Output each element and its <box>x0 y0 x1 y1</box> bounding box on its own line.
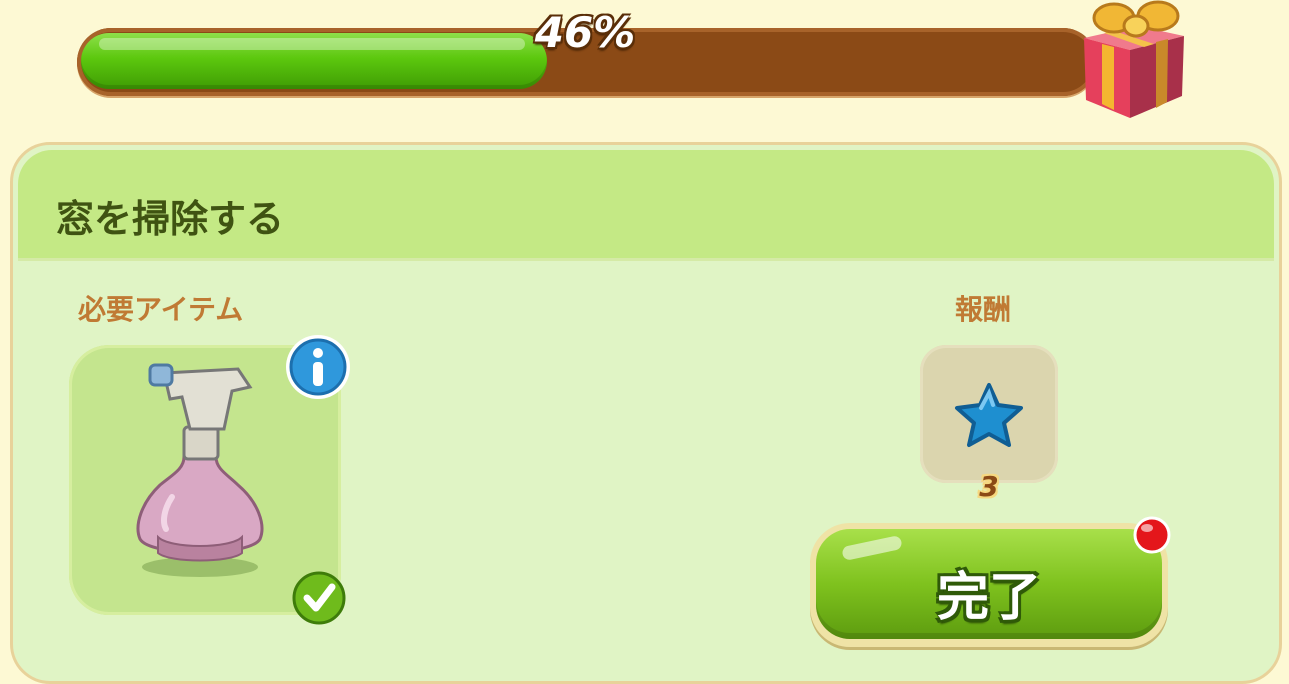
complete-button[interactable]: 完了 <box>810 523 1168 647</box>
blue-star-icon <box>955 383 1023 447</box>
gift-box-icon[interactable] <box>1072 0 1196 124</box>
complete-button-label: 完了 <box>936 568 1041 628</box>
task-title: 窓を掃除する <box>56 197 285 241</box>
info-icon[interactable] <box>284 333 352 401</box>
reward-label: 報酬 <box>955 293 1012 326</box>
spray-bottle-icon <box>136 363 264 577</box>
red-dot-icon <box>1133 516 1171 554</box>
reward-count: 3 <box>979 470 999 503</box>
required-items-label: 必要アイテム <box>78 293 244 326</box>
progress-percent-label: 46% <box>534 8 636 57</box>
checkmark-icon <box>292 571 346 625</box>
task-header: 窓を掃除する <box>18 150 1274 261</box>
